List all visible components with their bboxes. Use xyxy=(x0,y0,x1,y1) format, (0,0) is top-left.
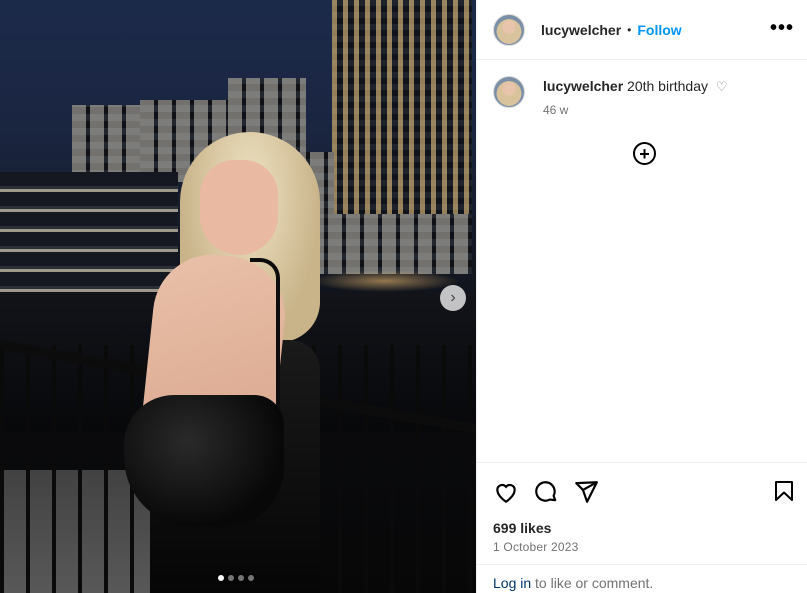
caption: lucywelcher 20th birthday ♡ 46 w xyxy=(493,76,728,117)
action-icons xyxy=(493,479,599,505)
parking-garage xyxy=(0,172,178,312)
street-lights xyxy=(310,270,460,292)
handbag xyxy=(124,395,284,527)
post-side-panel: lucywelcher • Follow ••• lucywelcher 20t… xyxy=(476,0,807,593)
comment-icon[interactable] xyxy=(533,479,559,505)
separator-dot: • xyxy=(627,22,632,37)
building xyxy=(72,105,140,177)
building xyxy=(332,0,472,222)
post-date: 1 October 2023 xyxy=(493,540,579,554)
action-section: 699 likes 1 October 2023 Log in to like … xyxy=(477,462,807,593)
person-face xyxy=(200,160,278,255)
heart-icon[interactable]: ♡ xyxy=(716,77,728,97)
post-header: lucywelcher • Follow ••• xyxy=(477,0,807,60)
caption-text: 20th birthday xyxy=(627,78,708,94)
avatar[interactable] xyxy=(493,76,525,108)
username[interactable]: lucywelcher xyxy=(541,22,621,38)
carousel-next-button[interactable]: › xyxy=(440,285,466,311)
caption-body: lucywelcher 20th birthday ♡ 46 w xyxy=(543,76,728,117)
carousel-dot xyxy=(228,575,234,581)
login-prompt-text: to like or comment. xyxy=(531,575,654,591)
follow-button[interactable]: Follow xyxy=(637,22,681,38)
login-link[interactable]: Log in xyxy=(493,575,531,591)
add-circle-icon[interactable]: + xyxy=(633,142,656,165)
likes-count[interactable]: 699 likes xyxy=(493,520,551,536)
caption-username[interactable]: lucywelcher xyxy=(543,78,623,94)
carousel-dot xyxy=(238,575,244,581)
bookmark-icon[interactable] xyxy=(772,479,796,503)
bag-strap xyxy=(250,258,280,408)
carousel-dots xyxy=(218,575,254,581)
post-photo: › xyxy=(0,0,476,593)
add-label: + xyxy=(639,143,650,164)
more-options-icon[interactable]: ••• xyxy=(770,18,794,38)
share-icon[interactable] xyxy=(573,479,599,505)
heart-icon[interactable] xyxy=(493,479,519,505)
carousel-dot xyxy=(248,575,254,581)
carousel-dot xyxy=(218,575,224,581)
building xyxy=(310,214,472,274)
login-prompt: Log in to like or comment. xyxy=(477,564,807,593)
chevron-right-icon: › xyxy=(450,289,456,306)
caption-line: lucywelcher 20th birthday ♡ xyxy=(543,76,728,97)
caption-age: 46 w xyxy=(543,103,569,117)
avatar[interactable] xyxy=(493,13,525,46)
